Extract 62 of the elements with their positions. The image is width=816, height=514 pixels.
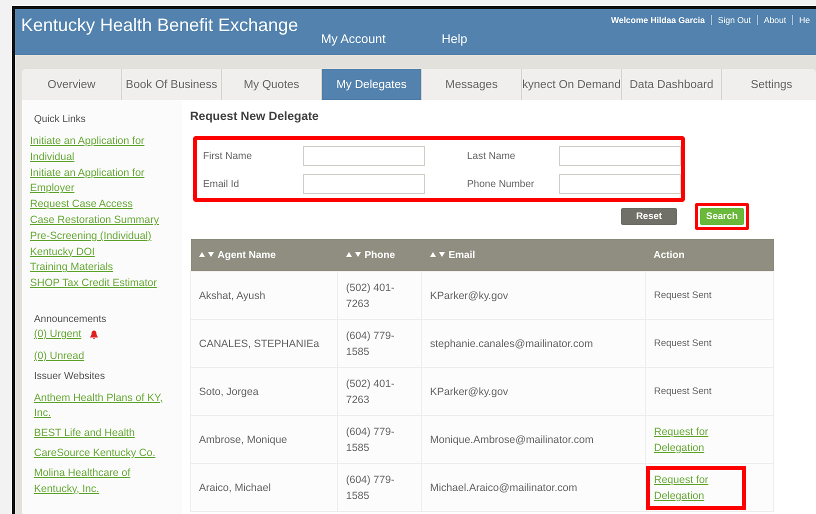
welcome-text: Welcome Hildaa Garcia [610,15,706,25]
quick-link[interactable]: SHOP Tax Credit Estimator [30,276,176,292]
table-cell: Request Sent [646,272,774,320]
table-cell: stephanie.canales@mailinator.com [422,320,646,368]
table-cell: (502) 401-7263 [338,368,422,416]
quick-link[interactable]: Kentucky DOI [30,244,176,260]
table-cell: Request Sent [646,320,774,368]
issuer-link[interactable]: Molina Healthcare of Kentucky, Inc. [34,466,176,498]
table-cell: Araico, Michael [190,464,338,512]
section-heading: Quick Links [34,114,87,125]
table-cell: Akshat, Ayush [190,272,338,320]
quick-link[interactable]: Initiate an Application for Individual [30,134,176,166]
field-label: Last Name [467,150,516,162]
table-cell: Michael.Araico@mailinator.com [422,464,646,512]
table-cell: (604) 779-1585 [338,320,422,368]
header-link[interactable]: He [792,15,816,25]
quick-link[interactable]: Initiate an Application for Employer [30,166,176,198]
nav-link[interactable]: My Account [321,32,386,55]
table-cell: Request Sent [646,368,774,416]
table-cell: (604) 779-1585 [338,464,422,512]
bell-icon [89,330,100,340]
text-field[interactable] [303,146,425,166]
form-title: Request New Delegate [190,109,320,123]
issuer-link[interactable]: Anthem Health Plans of KY, Inc. [34,390,176,422]
site-title: Kentucky Health Benefit Exchange [20,14,300,37]
nav-link[interactable]: Help [442,32,468,55]
section-heading: Announcements [34,314,108,325]
field-label: First Name [203,150,253,162]
issuer-link[interactable]: CareSource Kentucky Co. [34,446,176,462]
table-cell: KParker@ky.gov [422,368,646,416]
quick-link[interactable]: Request Case Access [30,197,176,213]
quick-link[interactable]: Pre-Screening (Individual) [30,228,176,245]
table-cell: CANALES, STEPHANIEa [190,320,338,368]
column-header[interactable]: Action [646,239,774,272]
field-label: Email Id [203,178,240,190]
sort-icon[interactable] [346,250,360,258]
text-field[interactable] [559,146,681,166]
header-link[interactable]: About [756,15,792,25]
announcement-link[interactable]: (0) Unread [34,348,84,365]
announcement-link[interactable]: (0) Urgent [34,326,82,343]
field-label: Phone Number [467,178,536,190]
table-cell: (502) 401-7263 [338,272,422,320]
tab[interactable]: My Delegates [322,69,422,100]
sort-icon[interactable] [430,250,444,258]
table-cell: (604) 779-1585 [338,416,422,464]
column-header[interactable]: Agent Name [190,239,338,272]
table-cell: Monique.Ambrose@mailinator.com [422,416,646,464]
table-cell: KParker@ky.gov [422,272,646,320]
sort-icon[interactable] [198,250,214,258]
column-header[interactable]: Phone [338,239,422,272]
reset-button[interactable]: Reset [621,208,677,225]
text-field[interactable] [559,174,681,194]
text-field[interactable] [303,174,425,194]
issuer-link[interactable]: BEST Life and Health [34,426,176,442]
quick-link[interactable]: Case Restoration Summary [30,212,176,229]
header-link[interactable]: Sign Out [710,15,757,25]
search-button[interactable]: Search [700,208,744,225]
column-header[interactable]: Email [422,239,646,272]
table-cell: Ambrose, Monique [190,416,338,464]
table-cell: Soto, Jorgea [190,368,338,416]
section-heading: Issuer Websites [34,370,106,382]
quick-link[interactable]: Training Materials [30,260,176,276]
